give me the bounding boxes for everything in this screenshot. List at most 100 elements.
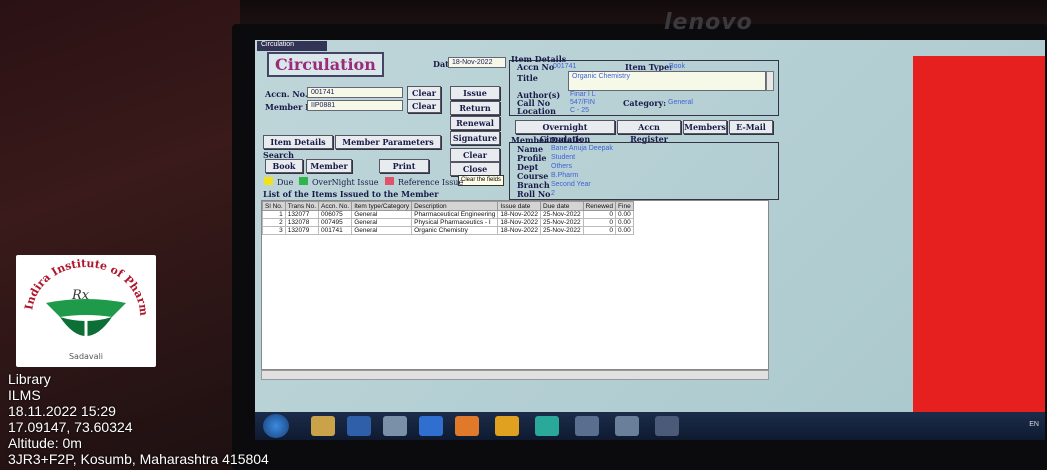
grid-column-header[interactable]: Sl No. <box>262 201 286 211</box>
category-value: General <box>668 99 693 106</box>
member-roll-value: 2 <box>551 190 555 197</box>
date-field[interactable]: 18-Nov-2022 <box>448 57 506 68</box>
member-name-value: Bane Anuja Deepak <box>551 145 613 152</box>
member-id-input[interactable]: IIP0881 <box>307 100 403 111</box>
window-titlebar[interactable]: Circulation <box>257 41 327 51</box>
table-cell: 132078 <box>284 218 320 227</box>
taskbar-window-icon[interactable] <box>575 416 599 436</box>
overnight-circulation-button[interactable]: Overnight Circulation <box>515 120 615 144</box>
grid-column-header[interactable]: Issue date <box>497 201 541 211</box>
chrome-icon[interactable] <box>495 416 519 436</box>
table-row[interactable]: 3 132079 001741 General Organic Chemistry 18-… <box>262 226 634 235</box>
table-cell: 0.00 <box>615 210 634 219</box>
accn-no-label: Accn. No. <box>265 89 308 99</box>
table-cell: Pharmaceutical Engineering <box>411 210 499 219</box>
table-cell: 25-Nov-2022 <box>540 218 584 227</box>
system-tray-language[interactable]: EN <box>1029 421 1039 428</box>
table-cell: 0.00 <box>615 218 634 227</box>
issue-button[interactable]: Issue <box>450 86 500 100</box>
grid-column-header[interactable]: Accn. No. <box>317 201 353 211</box>
overlay-coordinates: 17.09147, 73.60324 <box>8 419 133 435</box>
table-cell: 007495 <box>317 218 353 227</box>
institute-logo-graphic: Indira Institute of Pharmacy Rx Sadavali <box>12 245 151 361</box>
signature-button[interactable]: Signature <box>450 131 500 145</box>
overnight-legend-swatch <box>299 177 308 185</box>
red-background-panel <box>913 56 1045 420</box>
clear-tooltip: Clear the fields <box>458 175 505 186</box>
clear-fields-button[interactable]: Clear <box>450 148 500 162</box>
category-label: Category: <box>623 98 667 108</box>
firefox-icon[interactable] <box>455 416 479 436</box>
renewal-button[interactable]: Renewal <box>450 116 500 130</box>
overlay-line-2: ILMS <box>8 387 41 403</box>
title-scroll-arrows[interactable] <box>766 71 774 91</box>
search-book-button[interactable]: Book <box>265 159 303 173</box>
table-cell: General <box>351 226 413 235</box>
table-cell: Physical Pharmaceutics - I <box>411 218 499 227</box>
svg-text:Sadavali: Sadavali <box>69 352 103 361</box>
table-cell: 25-Nov-2022 <box>540 226 584 235</box>
member-course-value: B.Pharm <box>551 172 579 179</box>
tab-item-details[interactable]: Item Details <box>263 135 333 149</box>
table-cell: 25-Nov-2022 <box>540 210 584 219</box>
overlay-datetime: 18.11.2022 15:29 <box>8 403 116 419</box>
form-title: Circulation <box>267 52 384 77</box>
taskbar-window-2-icon[interactable] <box>615 416 639 436</box>
accn-clear-button[interactable]: Clear <box>407 86 441 100</box>
grid-horizontal-scrollbar[interactable] <box>261 370 769 380</box>
reference-legend-label: Reference Issue <box>398 178 464 187</box>
grid-column-header[interactable]: Trans No. <box>284 201 320 211</box>
file-explorer-icon[interactable] <box>311 416 335 436</box>
member-profile-value: Student <box>551 154 576 161</box>
issued-items-list-title: List of the Items Issued to the Member <box>263 189 439 199</box>
accn-no-input[interactable]: 001741 <box>307 87 403 98</box>
call-no-value: 547/FIN <box>570 99 595 106</box>
overlay-address: 3JR3+F2P, Kosumb, Maharashtra 415804 <box>8 451 269 467</box>
member-dept-value: Others <box>551 163 573 170</box>
table-cell: 18-Nov-2022 <box>497 218 541 227</box>
table-cell: 006075 <box>317 210 353 219</box>
internet-explorer-icon[interactable] <box>419 416 443 436</box>
table-cell: Organic Chemistry <box>411 226 499 235</box>
table-cell: 0.00 <box>615 226 634 235</box>
grid-column-header[interactable]: Description <box>411 201 499 211</box>
grid-column-header[interactable]: Due date <box>540 201 584 211</box>
author-value: Finar I L <box>570 91 596 98</box>
members-button[interactable]: Members <box>683 120 727 134</box>
close-button[interactable]: Close <box>450 162 500 176</box>
table-cell: 2 <box>262 218 286 227</box>
table-cell: General <box>351 210 413 219</box>
item-accn-label: Accn No <box>517 62 555 72</box>
return-button[interactable]: Return <box>450 101 500 115</box>
start-button-icon[interactable] <box>263 414 289 438</box>
taskbar-window-3-icon[interactable] <box>655 416 679 436</box>
table-cell: 0 <box>582 218 617 227</box>
location-value: C - 25 <box>570 107 590 114</box>
institute-logo: Indira Institute of Pharmacy Rx Sadavali <box>12 245 156 367</box>
grid-column-header[interactable]: Fine <box>615 201 634 211</box>
tab-member-parameters[interactable]: Member Parameters <box>335 135 441 149</box>
table-row[interactable]: 2 132078 007495 General Physical Pharmaceuti… <box>262 218 634 227</box>
table-cell: 1 <box>262 210 286 219</box>
grid-column-header[interactable]: Renewed <box>582 201 617 211</box>
member-branch-value: Second Year <box>551 181 591 188</box>
table-row[interactable]: 1 132077 006075 General Pharmaceutical Engin… <box>262 210 634 219</box>
overnight-legend-label: OverNight Issue <box>312 178 379 187</box>
media-player-icon[interactable] <box>347 416 371 436</box>
table-cell: 132079 <box>284 226 320 235</box>
grid-column-header[interactable]: Item type/Category <box>351 201 413 211</box>
item-title-field[interactable]: Organic Chemistry <box>568 71 766 91</box>
ilms-app-icon[interactable] <box>535 416 559 436</box>
table-cell: General <box>351 218 413 227</box>
overlay-line-1: Library <box>8 371 51 387</box>
app-icon[interactable] <box>383 416 407 436</box>
print-button[interactable]: Print <box>379 159 429 173</box>
member-roll-label: Roll No <box>517 189 551 199</box>
member-clear-button[interactable]: Clear <box>407 99 441 113</box>
search-member-button[interactable]: Member <box>306 159 352 173</box>
accn-register-button[interactable]: Accn Register <box>617 120 681 144</box>
table-cell: 132077 <box>284 210 320 219</box>
email-button[interactable]: E-Mail <box>729 120 773 134</box>
table-cell: 0 <box>582 210 617 219</box>
table-cell: 0 <box>582 226 617 235</box>
